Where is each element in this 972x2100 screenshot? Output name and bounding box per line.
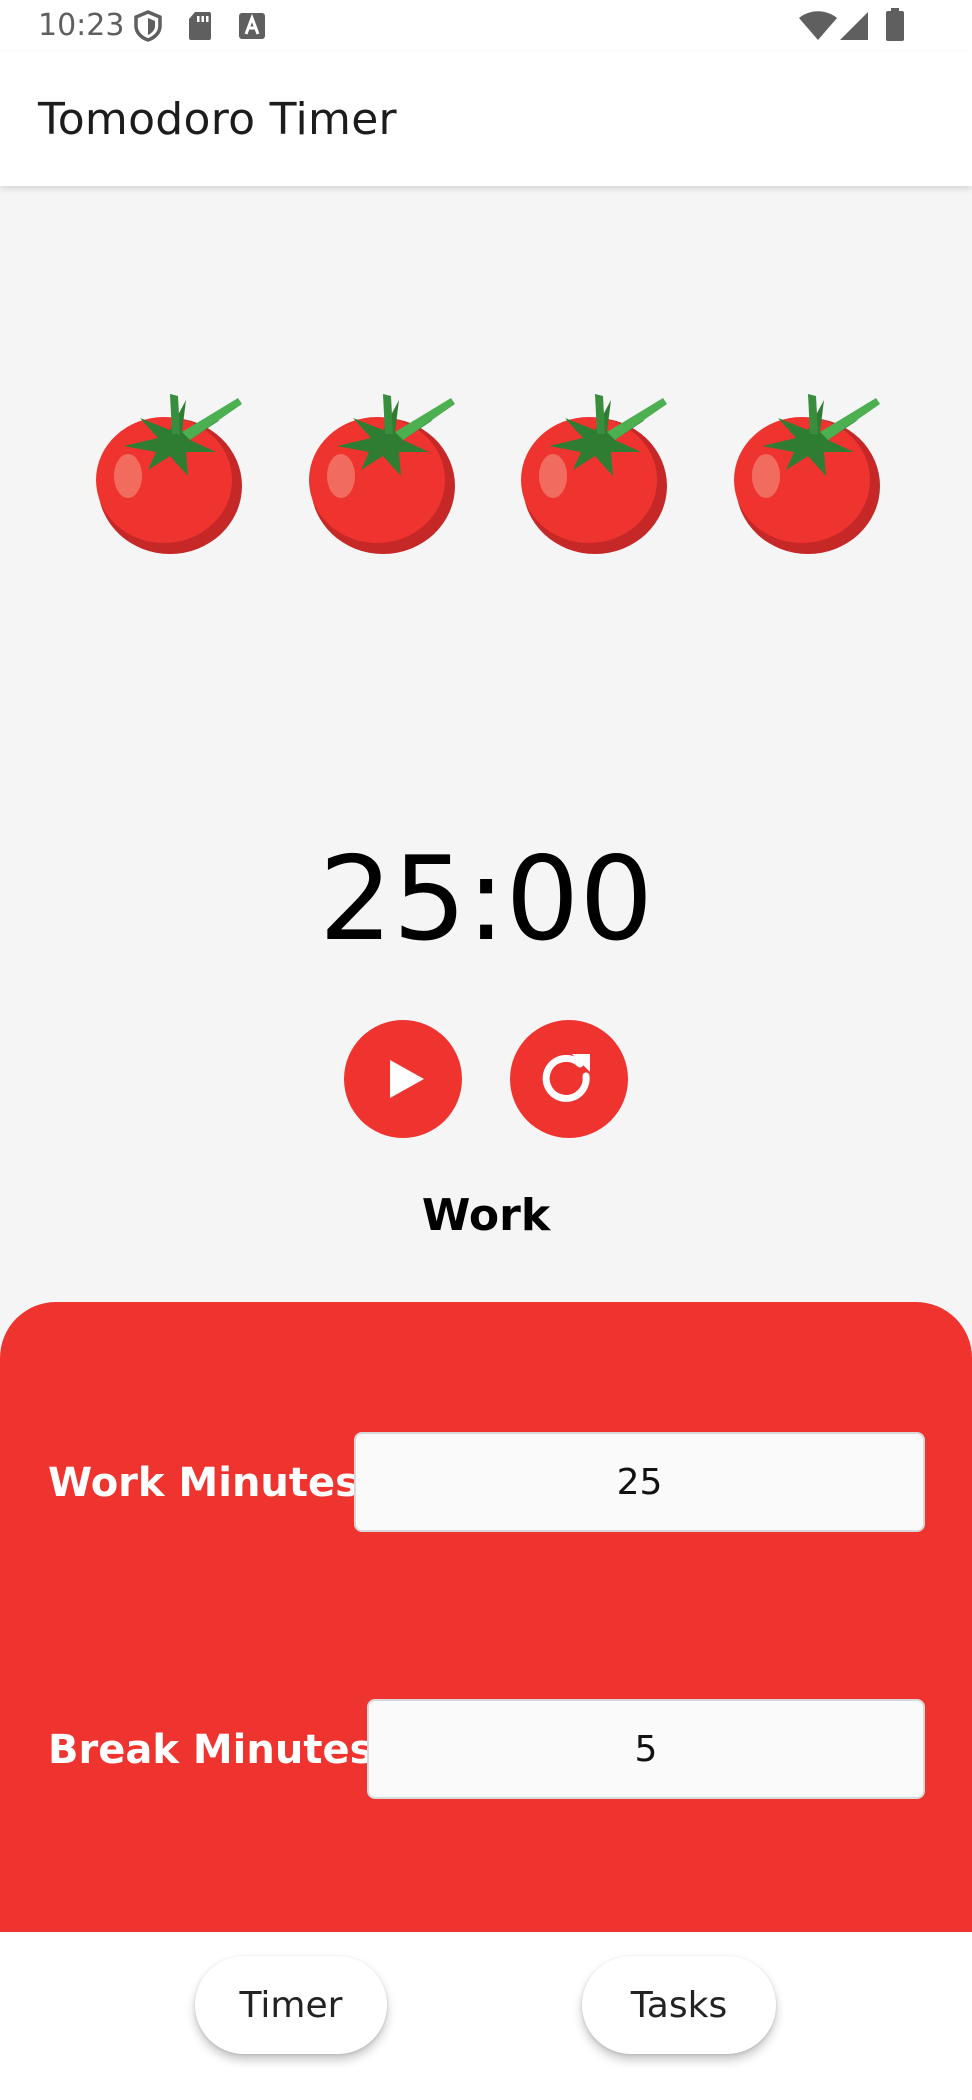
nav-tasks-button[interactable]: Tasks bbox=[582, 1956, 776, 2054]
break-minutes-label: Break Minutes: bbox=[48, 1727, 390, 1773]
play-button[interactable] bbox=[344, 1020, 462, 1138]
timer-display: 25:00 bbox=[318, 832, 654, 967]
app-bar: Tomodoro Timer bbox=[0, 52, 972, 186]
shield-icon bbox=[133, 10, 163, 46]
tomato-icon bbox=[728, 386, 888, 566]
settings-panel: Work Minutes: Break Minutes: bbox=[0, 1302, 972, 1932]
tomato-icon bbox=[303, 386, 463, 566]
mode-label: Work bbox=[421, 1190, 551, 1241]
font-a-icon bbox=[238, 12, 266, 44]
play-icon bbox=[390, 1060, 424, 1098]
nav-timer-button[interactable]: Timer bbox=[195, 1956, 387, 2054]
break-minutes-input[interactable] bbox=[367, 1699, 925, 1799]
reset-button[interactable] bbox=[510, 1020, 628, 1138]
refresh-icon bbox=[542, 1054, 590, 1102]
signal-icon bbox=[838, 10, 870, 46]
wifi-icon bbox=[798, 10, 838, 46]
status-bar: 10:23 bbox=[0, 0, 972, 52]
status-time: 10:23 bbox=[38, 8, 125, 43]
tomato-icon bbox=[515, 386, 675, 566]
sd-card-icon bbox=[187, 10, 213, 46]
tomato-counter-row bbox=[0, 386, 972, 566]
tomato-icon bbox=[90, 386, 250, 566]
bottom-nav: Timer Tasks bbox=[0, 1932, 972, 2100]
battery-icon bbox=[884, 8, 906, 46]
work-minutes-label: Work Minutes: bbox=[48, 1460, 375, 1506]
work-minutes-input[interactable] bbox=[354, 1432, 925, 1532]
app-title: Tomodoro Timer bbox=[38, 94, 397, 145]
